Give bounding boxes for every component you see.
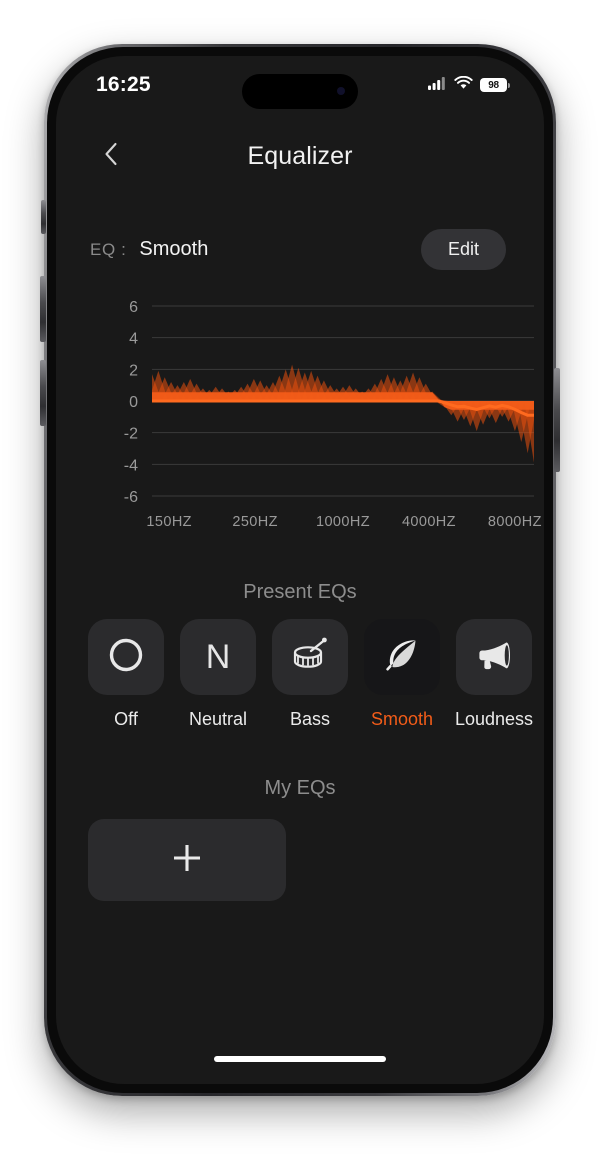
navigation-bar: Equalizer bbox=[56, 126, 544, 186]
preset-eq-label: Bass bbox=[289, 709, 331, 729]
preset-eq-loudness[interactable]: Loudness bbox=[454, 619, 534, 730]
status-icons: 98 bbox=[428, 75, 510, 95]
preset-eq-label: Off bbox=[114, 709, 138, 729]
phone-screen: 16:25 98 Equalizer EQ: Smooth Edit 6 4 … bbox=[56, 56, 544, 1084]
eq-response-chart: 6 4 2 0 -2 -4 -6 150HZ 250HZ 1000HZ 4000HZ 8000HZ bbox=[56, 288, 544, 538]
preset-eq-bass[interactable]: Bass bbox=[272, 619, 348, 730]
eq-chart-canvas: 6 4 2 0 -2 -4 -6 150HZ 250HZ 1000HZ 4000HZ 8000HZ bbox=[124, 299, 542, 530]
back-button[interactable] bbox=[96, 141, 126, 171]
screenshot-root: 16:25 98 Equalizer EQ: Smooth Edit 6 4 … bbox=[0, 0, 600, 1163]
eq-label: EQ : bbox=[90, 239, 127, 259]
front-camera-icon bbox=[337, 87, 345, 95]
eq-header-row: EQ : Smooth Edit bbox=[56, 229, 544, 270]
volume-up-button[interactable] bbox=[40, 276, 46, 342]
letter-n-icon: N bbox=[205, 638, 231, 676]
drum-icon bbox=[289, 634, 331, 681]
power-button[interactable] bbox=[554, 368, 560, 472]
silent-switch-button[interactable] bbox=[41, 200, 46, 234]
wifi-icon bbox=[454, 75, 473, 95]
chart-x-tick-label: 150HZ bbox=[146, 514, 192, 530]
eq-current-preset-value: Smooth bbox=[139, 238, 209, 260]
preset-eq-neutral[interactable]: N Neutral bbox=[180, 619, 256, 730]
add-custom-eq-button[interactable] bbox=[88, 819, 286, 901]
preset-eq-tile[interactable] bbox=[456, 619, 532, 695]
chart-y-tick-label: 0 bbox=[129, 394, 138, 411]
preset-eq-label: Neutral bbox=[188, 709, 248, 729]
chart-y-tick-label: 2 bbox=[129, 362, 138, 379]
chart-y-tick-label: 4 bbox=[129, 331, 138, 348]
preset-eq-smooth[interactable]: Smooth bbox=[364, 619, 440, 730]
preset-eq-off[interactable]: Off bbox=[88, 619, 164, 730]
battery-icon: 98 bbox=[480, 78, 510, 92]
edit-button[interactable]: Edit bbox=[420, 229, 506, 270]
battery-level-text: 98 bbox=[488, 79, 499, 91]
cellular-signal-icon bbox=[428, 76, 447, 95]
chart-y-tick-label: -2 bbox=[124, 426, 138, 443]
preset-eq-tile[interactable] bbox=[272, 619, 348, 695]
chart-y-tick-label: 6 bbox=[129, 299, 138, 316]
feather-icon bbox=[381, 634, 423, 681]
my-eqs-section-heading: My EQs bbox=[264, 777, 336, 799]
chart-x-tick-label: 4000HZ bbox=[402, 514, 456, 530]
megaphone-icon bbox=[473, 634, 515, 681]
home-indicator[interactable] bbox=[214, 1056, 386, 1062]
circle-outline-icon bbox=[106, 635, 146, 680]
page-title: Equalizer bbox=[247, 141, 353, 170]
status-time: 16:25 bbox=[96, 73, 151, 96]
plus-icon bbox=[170, 841, 204, 880]
chart-x-tick-label: 1000HZ bbox=[316, 514, 370, 530]
dynamic-island bbox=[242, 74, 358, 109]
preset-eq-label: Smooth bbox=[370, 709, 434, 729]
preset-eq-tile[interactable] bbox=[364, 619, 440, 695]
chart-y-tick-label: -6 bbox=[124, 489, 138, 506]
chart-series-smooth bbox=[152, 364, 534, 463]
volume-down-button[interactable] bbox=[40, 360, 46, 426]
preset-eq-label: Loudness bbox=[454, 709, 534, 729]
chart-x-tick-label: 250HZ bbox=[232, 514, 278, 530]
chart-x-tick-label: 8000HZ bbox=[488, 514, 542, 530]
preset-eq-tile[interactable]: N bbox=[180, 619, 256, 695]
chart-y-tick-label: -4 bbox=[124, 457, 138, 474]
preset-eq-tile[interactable] bbox=[88, 619, 164, 695]
presets-section-heading: Present EQs bbox=[243, 581, 357, 603]
preset-eq-list: Off N Neutral Bass Smooth Loudness bbox=[56, 619, 544, 730]
chevron-left-icon bbox=[104, 142, 118, 171]
